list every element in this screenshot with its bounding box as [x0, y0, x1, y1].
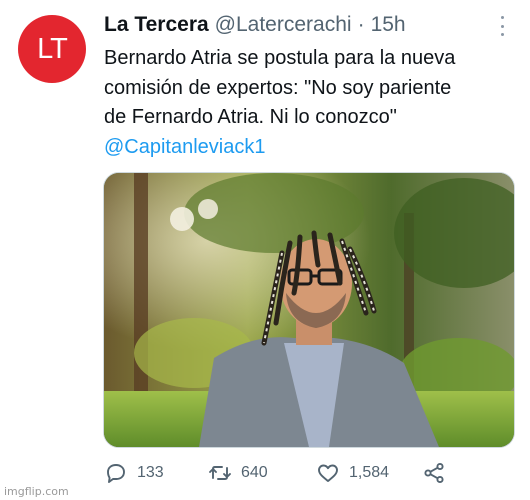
like-count: 1,584: [349, 464, 390, 481]
tweet-actions: 133 640 1,584: [104, 458, 524, 488]
retweet-icon: [209, 466, 231, 480]
avatar-logo-text: LT: [37, 32, 68, 65]
photo-illustration: [104, 173, 514, 447]
tweet: LT La Tercera @Latercerachi · 15h Bernar…: [0, 0, 530, 500]
share-icon: [424, 462, 444, 484]
reply-count: 133: [137, 464, 164, 481]
watermark: imgflip.com: [4, 485, 69, 498]
like-icon: [318, 464, 338, 482]
tweet-header: La Tercera @Latercerachi · 15h: [104, 13, 406, 41]
tweet-text-line: comisión de expertos: "No soy pariente: [104, 76, 452, 99]
more-icon[interactable]: [500, 16, 504, 36]
like-button[interactable]: 1,584: [316, 458, 389, 488]
avatar[interactable]: LT: [18, 15, 86, 83]
display-name[interactable]: La Tercera: [104, 13, 209, 37]
user-handle[interactable]: @Latercerachi: [215, 13, 352, 37]
tweet-text-line: de Fernardo Atria. Ni lo conozco": [104, 106, 397, 128]
reply-icon: [107, 464, 125, 483]
separator-dot: ·: [357, 13, 365, 36]
tweet-photo[interactable]: [103, 172, 515, 448]
retweet-button[interactable]: 640: [208, 458, 268, 488]
mention-link[interactable]: @Capitanleviack1: [104, 133, 514, 163]
retweet-count: 640: [241, 464, 268, 481]
share-button[interactable]: [422, 458, 446, 488]
tweet-text: Bernardo Atria se postula para la nueva …: [104, 44, 514, 162]
timestamp[interactable]: 15h: [371, 13, 406, 37]
reply-button[interactable]: 133: [104, 458, 164, 488]
tweet-text-line: Bernardo Atria se postula para la nueva: [104, 47, 456, 69]
